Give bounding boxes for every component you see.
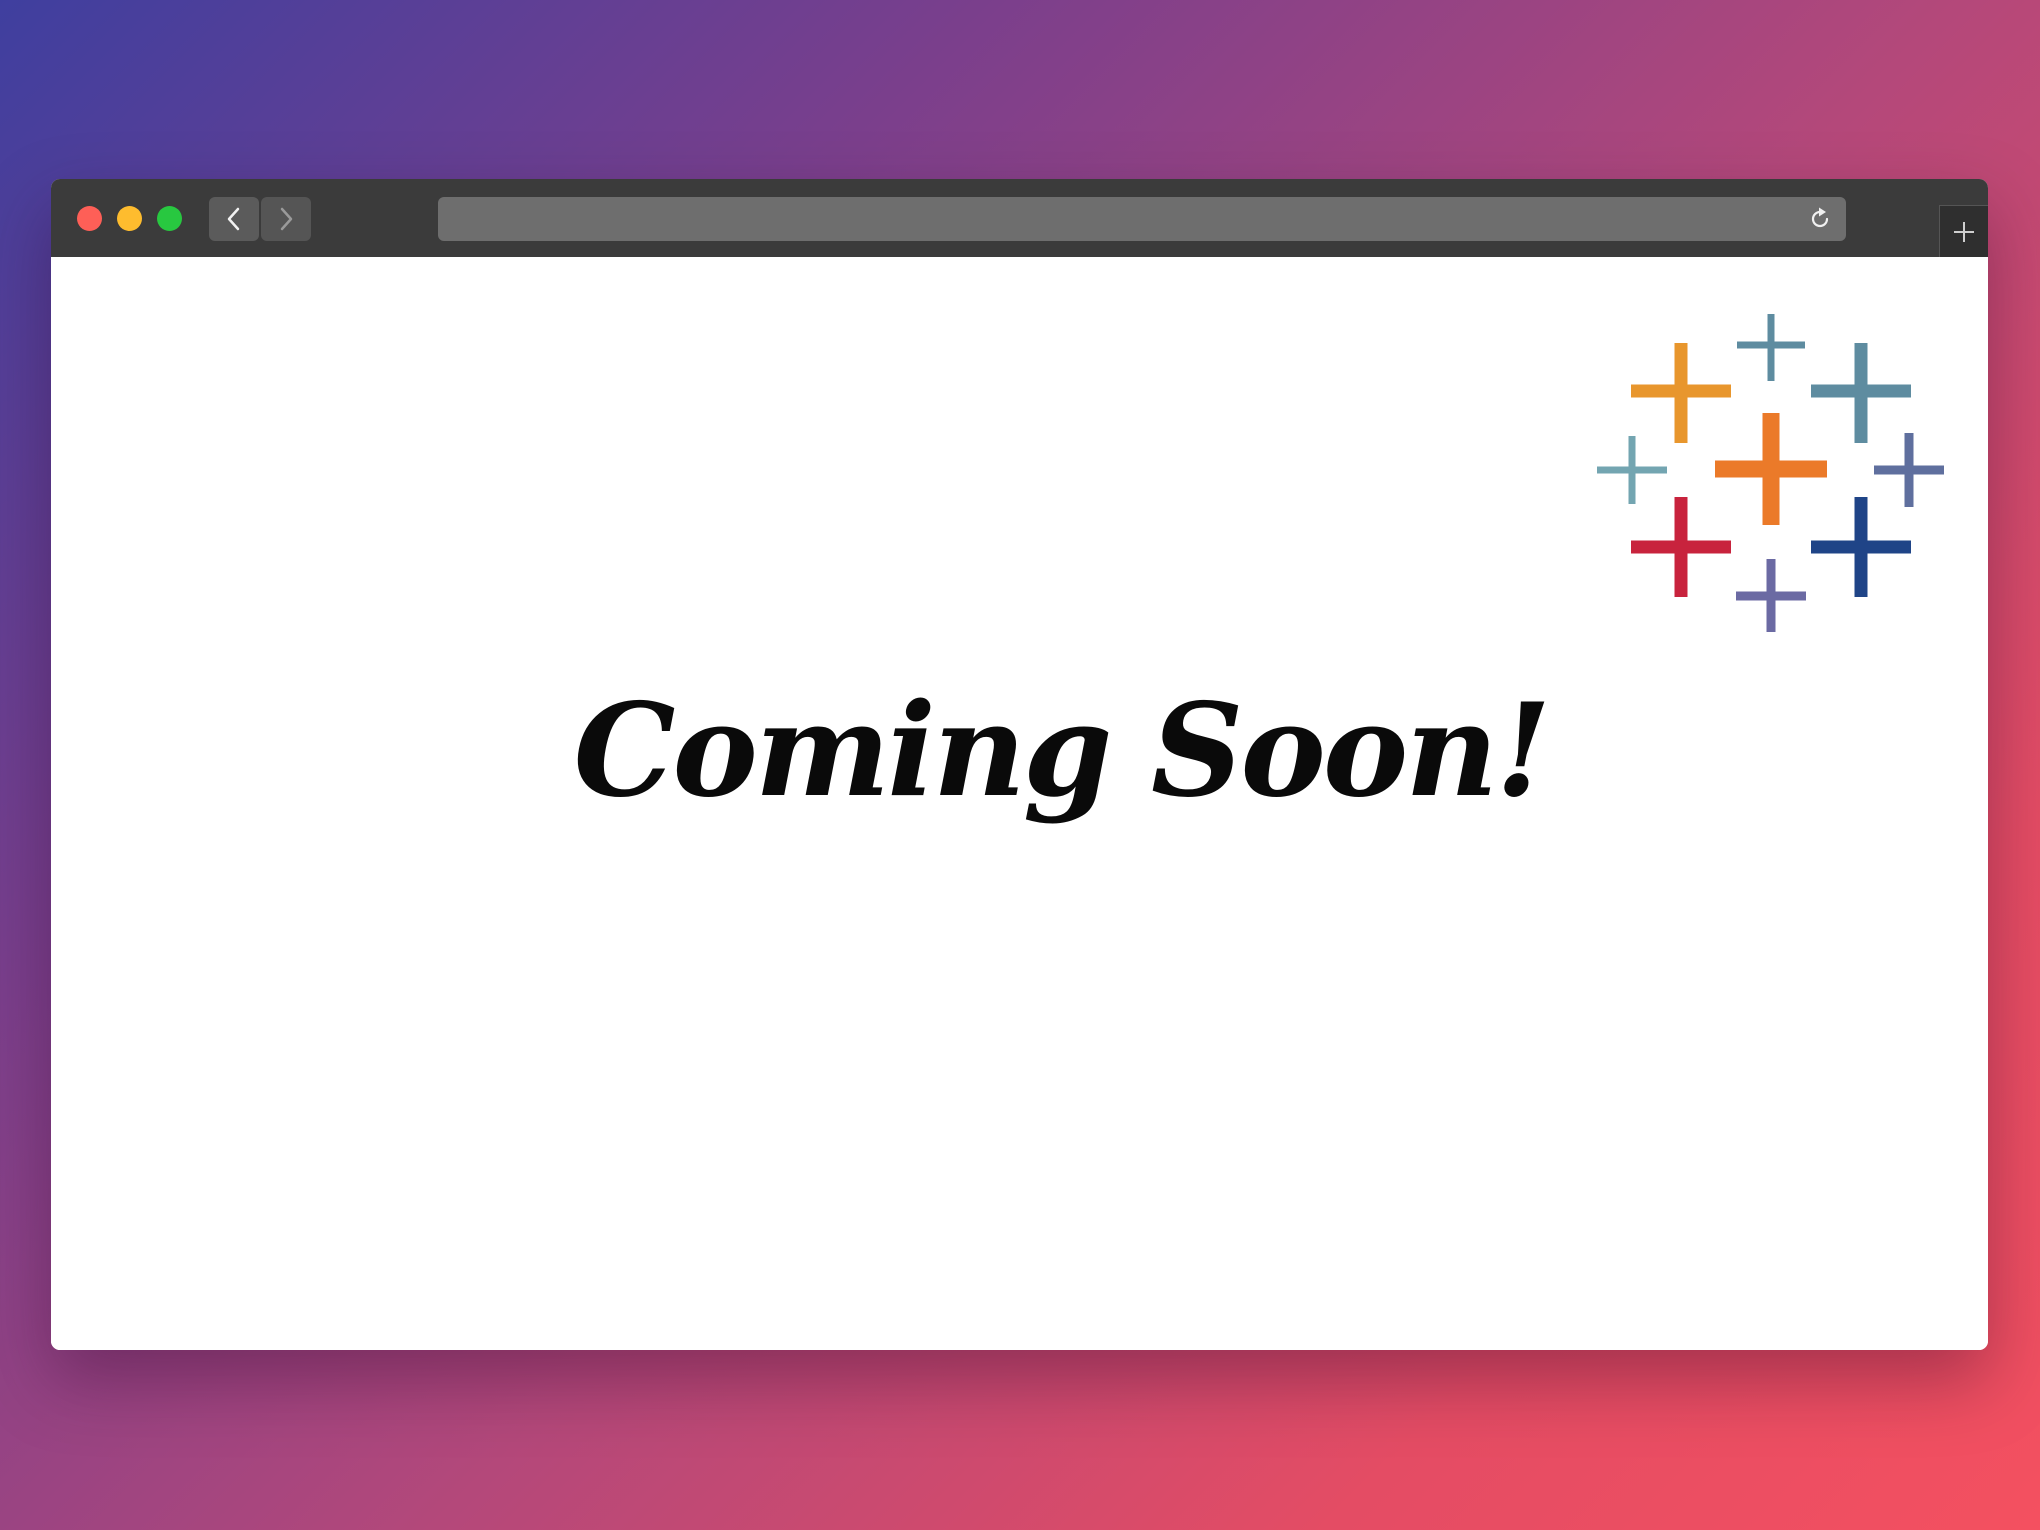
reload-button[interactable] (1806, 205, 1834, 233)
logo-cross-top (1737, 314, 1805, 381)
logo-cross-bottom (1736, 559, 1806, 632)
browser-window: Coming Soon! (51, 179, 1988, 1350)
page-headline: Coming Soon! (573, 676, 1552, 826)
reload-icon (1811, 207, 1829, 228)
logo-cross-center (1715, 413, 1827, 525)
logo-cross-lower-left (1631, 497, 1731, 597)
logo-cross-upper-right (1811, 343, 1911, 443)
chevron-left-icon (227, 207, 240, 231)
close-window-button[interactable] (77, 206, 102, 231)
chevron-right-icon (280, 207, 293, 231)
address-bar[interactable] (438, 197, 1846, 241)
plus-icon (1954, 222, 1974, 242)
back-button[interactable] (209, 197, 259, 241)
logo-cross-lower-right (1811, 497, 1911, 597)
new-tab-button[interactable] (1939, 205, 1988, 258)
logo-cross-upper-left (1631, 343, 1731, 443)
logo-cross-right (1874, 433, 1944, 507)
zoom-window-button[interactable] (157, 206, 182, 231)
page-content: Coming Soon! (51, 257, 1988, 1350)
forward-button[interactable] (261, 197, 311, 241)
browser-toolbar (51, 179, 1988, 258)
minimize-window-button[interactable] (117, 206, 142, 231)
tableau-logo (1597, 314, 1944, 632)
logo-cross-left (1597, 436, 1667, 504)
